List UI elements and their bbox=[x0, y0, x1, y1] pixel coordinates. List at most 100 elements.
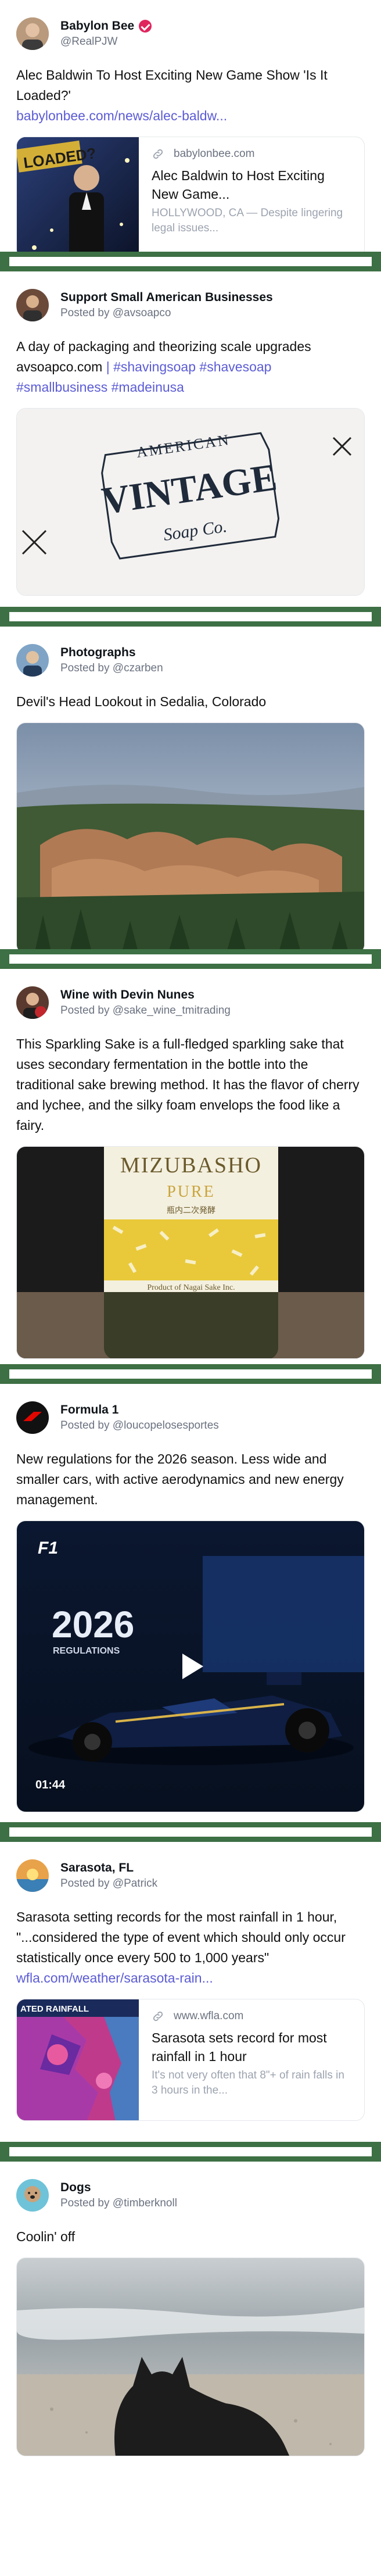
post-header: Photographs Posted by @czarben bbox=[16, 643, 365, 678]
link-divider: | bbox=[106, 359, 110, 374]
post-header: Sarasota, FL Posted by @Patrick bbox=[16, 1858, 365, 1893]
post-body: Alec Baldwin To Host Exciting New Game S… bbox=[16, 67, 328, 103]
avatar-image bbox=[16, 1859, 49, 1892]
link-preview-card[interactable]: ATED RAINFALL www.wfla.com Sarasota sets… bbox=[16, 1999, 365, 2121]
link-preview-description: HOLLYWOOD, CA — Despite lingering legal … bbox=[152, 207, 343, 234]
thumbnail-image: LOADED? bbox=[17, 137, 139, 258]
post-text: Coolin' off bbox=[16, 2229, 76, 2244]
rainfall-map-image: ATED RAINFALL bbox=[17, 1999, 139, 2120]
post-image[interactable]: MIZUBASHO PURE 瓶内二次発酵 Product of Nagai S… bbox=[16, 1146, 365, 1359]
post-header: Babylon Bee @RealPJW bbox=[16, 16, 365, 51]
author-handle[interactable]: Posted by @avsoapco bbox=[60, 306, 273, 321]
post-image[interactable]: AMERICAN VINTAGE Soap Co. bbox=[16, 408, 365, 596]
post-separator bbox=[0, 2142, 381, 2162]
dog-on-beach-image bbox=[17, 2258, 364, 2456]
post-header: Dogs Posted by @timberknoll bbox=[16, 2178, 365, 2213]
post-body: Sarasota setting records for the most ra… bbox=[16, 1909, 346, 1965]
avatar-image bbox=[16, 2179, 49, 2212]
author-handle[interactable]: @RealPJW bbox=[60, 34, 152, 49]
avatar[interactable] bbox=[16, 986, 49, 1019]
author-handle[interactable]: Posted by @loucopelosesportes bbox=[60, 1418, 219, 1433]
landscape-image bbox=[17, 723, 364, 953]
post-text: A day of packaging and theorizing scale … bbox=[16, 337, 365, 398]
author-name[interactable]: Formula 1 bbox=[60, 1402, 219, 1418]
bottle-footer-text: Product of Nagai Sake Inc. bbox=[147, 1283, 235, 1292]
link-preview-body: babylonbee.com Alec Baldwin to Host Exci… bbox=[139, 137, 364, 258]
author-name[interactable]: Babylon Bee bbox=[60, 18, 152, 34]
author-name[interactable]: Wine with Devin Nunes bbox=[60, 987, 231, 1003]
hashtag-shavingsoap[interactable]: #shavingsoap bbox=[113, 359, 196, 374]
avatar[interactable] bbox=[16, 1859, 49, 1892]
hashtag-madeinusa[interactable]: #madeinusa bbox=[112, 380, 184, 395]
post-header: Wine with Devin Nunes Posted by @sake_wi… bbox=[16, 985, 365, 1020]
author-name-text[interactable]: Babylon Bee bbox=[60, 18, 134, 34]
author-name[interactable]: Sarasota, FL bbox=[60, 1860, 157, 1876]
post-separator bbox=[0, 1822, 381, 1842]
post-sarasota[interactable]: Sarasota, FL Posted by @Patrick Sarasota… bbox=[0, 1842, 381, 2142]
post-link[interactable]: wfla.com/weather/sarasota-rain... bbox=[16, 1968, 365, 1988]
post-text: Sarasota setting records for the most ra… bbox=[16, 1907, 365, 1988]
verified-badge-icon bbox=[139, 20, 152, 33]
link-preview-thumbnail: LOADED? bbox=[17, 137, 139, 258]
avatar[interactable] bbox=[16, 2179, 49, 2212]
link-preview-title[interactable]: Alec Baldwin to Host Exciting New Game..… bbox=[152, 166, 351, 203]
video-headline-label: REGULATIONS bbox=[53, 1646, 120, 1656]
post-header: Formula 1 Posted by @loucopelosesportes bbox=[16, 1400, 365, 1435]
avatar[interactable] bbox=[16, 644, 49, 677]
link-preview-description: It's not very often that 8"+ of rain fal… bbox=[152, 2069, 344, 2096]
post-link-text[interactable]: avsoapco.com bbox=[16, 359, 102, 374]
author-handle[interactable]: Posted by @sake_wine_tmitrading bbox=[60, 1003, 231, 1018]
bottle-japanese-text: 瓶内二次発酵 bbox=[167, 1206, 215, 1215]
post-avsoapco[interactable]: Support Small American Businesses Posted… bbox=[0, 271, 381, 607]
link-preview-domain: www.wfla.com bbox=[152, 2010, 351, 2023]
link-preview-title[interactable]: Sarasota sets record for most rainfall i… bbox=[152, 2028, 351, 2066]
avatar[interactable] bbox=[16, 1401, 49, 1434]
post-link[interactable]: babylonbee.com/news/alec-baldw... bbox=[16, 106, 365, 126]
author-name[interactable]: Dogs bbox=[60, 2180, 177, 2196]
post-formula1[interactable]: Formula 1 Posted by @loucopelosesportes … bbox=[0, 1384, 381, 1822]
post-separator bbox=[0, 607, 381, 627]
author-handle[interactable]: Posted by @czarben bbox=[60, 661, 163, 676]
link-preview-domain: babylonbee.com bbox=[152, 148, 351, 160]
link-preview-domain-text: www.wfla.com bbox=[174, 2010, 244, 2022]
post-image[interactable] bbox=[16, 722, 365, 954]
avatar-image bbox=[16, 986, 49, 1019]
avatar-image bbox=[16, 17, 49, 50]
post-separator bbox=[0, 1364, 381, 1384]
post-photographs[interactable]: Photographs Posted by @czarben Devil's H… bbox=[0, 627, 381, 954]
post-dogs[interactable]: Dogs Posted by @timberknoll Coolin' off bbox=[0, 2162, 381, 2461]
post-image[interactable] bbox=[16, 2257, 365, 2456]
avatar[interactable] bbox=[16, 289, 49, 321]
post-body: A day of packaging and theorizing scale … bbox=[16, 339, 311, 354]
hashtag-smallbusiness[interactable]: #smallbusiness bbox=[16, 380, 107, 395]
soap-label-image: AMERICAN VINTAGE Soap Co. bbox=[17, 409, 364, 595]
link-preview-card[interactable]: LOADED? babylonbee.com Alec Baldwin to H… bbox=[16, 137, 365, 259]
post-video[interactable]: F1 2026 REGULATIONS 01:44 bbox=[16, 1520, 365, 1812]
post-wine[interactable]: Wine with Devin Nunes Posted by @sake_wi… bbox=[0, 969, 381, 1364]
avatar-image bbox=[16, 1401, 49, 1434]
link-preview-body: www.wfla.com Sarasota sets record for mo… bbox=[139, 1999, 364, 2120]
video-duration: 01:44 bbox=[35, 1779, 66, 1791]
post-text: Alec Baldwin To Host Exciting New Game S… bbox=[16, 65, 365, 126]
avatar[interactable] bbox=[16, 17, 49, 50]
post-separator bbox=[0, 949, 381, 969]
hashtag-shavesoap[interactable]: #shavesoap bbox=[199, 359, 271, 374]
author-name[interactable]: Photographs bbox=[60, 645, 163, 661]
link-icon bbox=[153, 149, 163, 159]
sake-bottle-image: MIZUBASHO PURE 瓶内二次発酵 Product of Nagai S… bbox=[17, 1147, 364, 1358]
link-preview-thumbnail: ATED RAINFALL bbox=[17, 1999, 139, 2120]
author-handle[interactable]: Posted by @Patrick bbox=[60, 1876, 157, 1891]
avatar-image bbox=[16, 289, 49, 321]
bottle-brand-text: MIZUBASHO bbox=[120, 1153, 262, 1178]
play-icon[interactable] bbox=[174, 1650, 207, 1683]
map-title-text: ATED RAINFALL bbox=[20, 2004, 89, 2014]
post-separator bbox=[0, 252, 381, 271]
post-text: Devil's Head Lookout in Sedalia, Colorad… bbox=[16, 694, 267, 709]
post-text: This Sparkling Sake is a full-fledged sp… bbox=[16, 1036, 360, 1133]
author-name[interactable]: Support Small American Businesses bbox=[60, 289, 273, 306]
link-icon bbox=[153, 2011, 163, 2022]
post-text: New regulations for the 2026 season. Les… bbox=[16, 1451, 344, 1507]
author-handle[interactable]: Posted by @timberknoll bbox=[60, 2196, 177, 2211]
avatar-image bbox=[16, 644, 49, 677]
post-babylon-bee[interactable]: Babylon Bee @RealPJW Alec Baldwin To Hos… bbox=[0, 0, 381, 259]
